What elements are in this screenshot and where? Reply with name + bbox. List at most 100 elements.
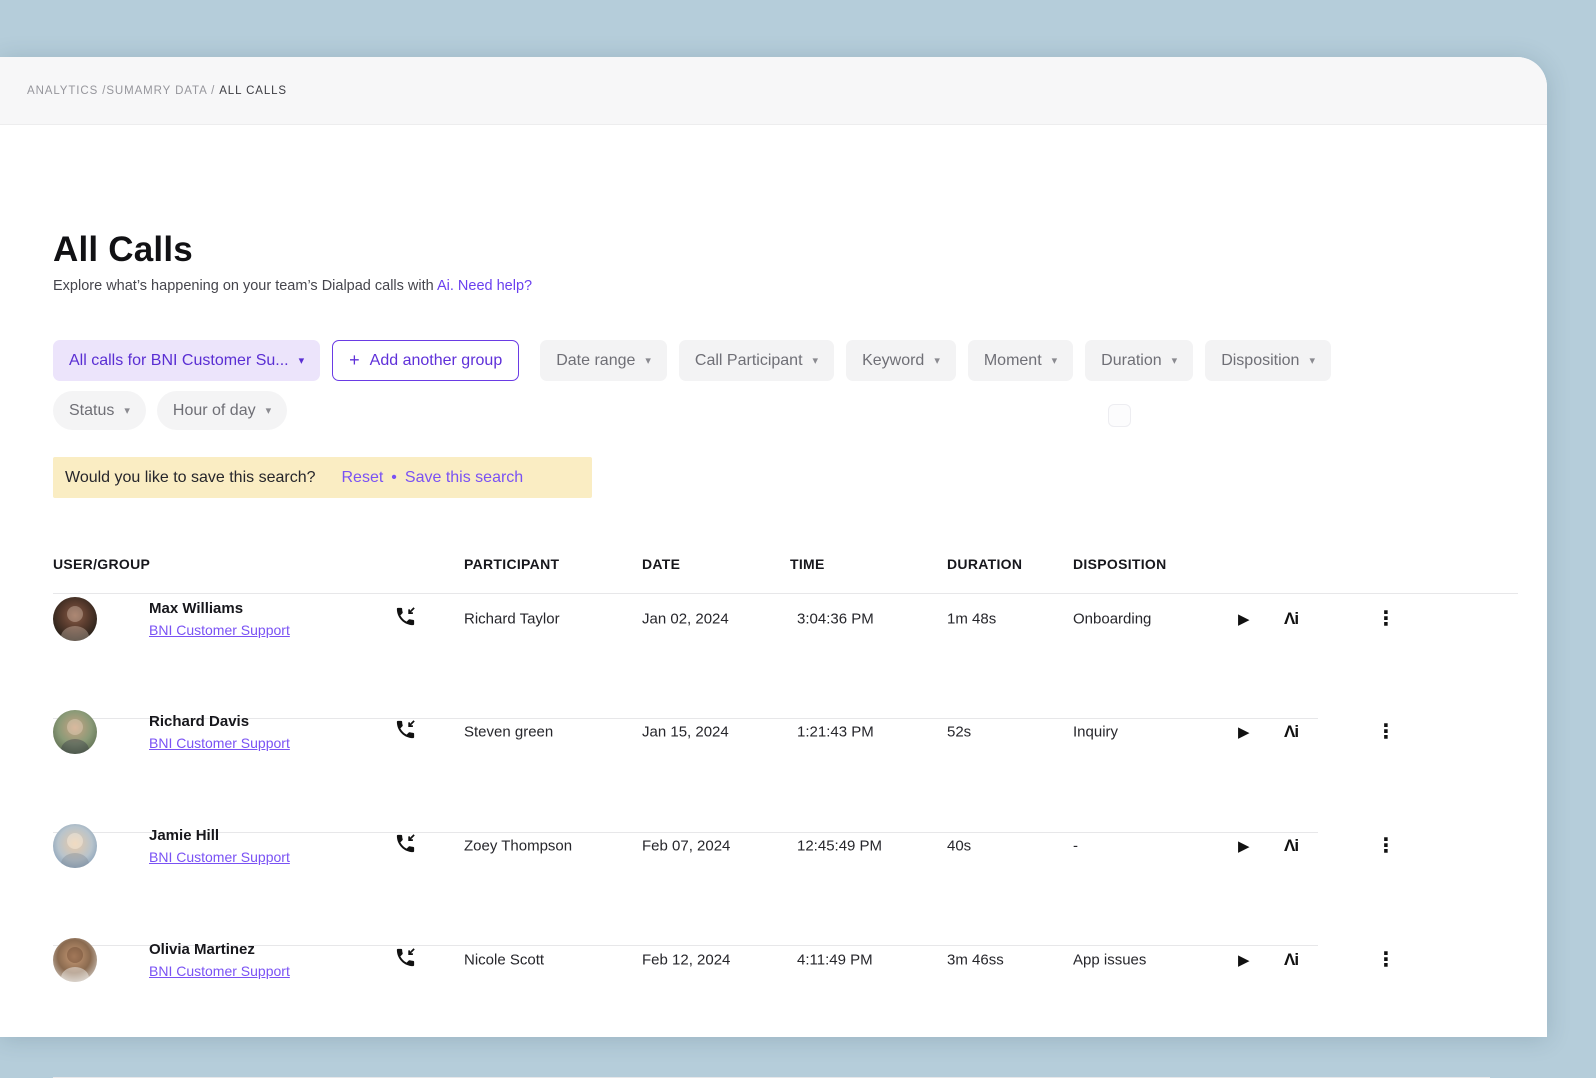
chevron-down-icon: ▾ bbox=[934, 354, 940, 367]
page-title: All Calls bbox=[53, 230, 193, 270]
date-cell: Jan 02, 2024 bbox=[642, 610, 729, 627]
phone-incoming-icon bbox=[394, 946, 417, 974]
time-cell: 1:21:43 PM bbox=[797, 723, 874, 740]
table-row: Jamie Hill BNI Customer Support Zoey Tho… bbox=[0, 789, 1547, 902]
chevron-down-icon: ▾ bbox=[266, 404, 272, 417]
add-another-group-button[interactable]: + Add another group bbox=[332, 340, 519, 381]
filter-disposition[interactable]: Disposition ▾ bbox=[1205, 340, 1331, 381]
user-group-link[interactable]: BNI Customer Support bbox=[149, 963, 290, 979]
user-name: Richard Davis bbox=[149, 713, 290, 730]
participant-cell: Steven green bbox=[464, 723, 553, 740]
filter-label: Duration bbox=[1101, 352, 1161, 370]
avatar bbox=[53, 597, 97, 641]
person-silhouette-icon bbox=[53, 710, 97, 754]
phone-incoming-icon bbox=[394, 605, 417, 633]
date-cell: Feb 07, 2024 bbox=[642, 837, 730, 854]
breadcrumb[interactable]: ANALYTICS /SUMAMRY DATA / ALL CALLS bbox=[27, 85, 287, 97]
ai-transcript-icon[interactable]: Λi bbox=[1284, 950, 1298, 970]
filter-label: Moment bbox=[984, 352, 1042, 370]
duration-cell: 52s bbox=[947, 723, 971, 740]
play-recording-button[interactable]: ▶ bbox=[1238, 837, 1250, 855]
duration-cell: 40s bbox=[947, 837, 971, 854]
filter-call-participant[interactable]: Call Participant ▾ bbox=[679, 340, 834, 381]
subtitle-text: Explore what’s happening on your team’s … bbox=[53, 278, 434, 294]
disposition-cell: - bbox=[1073, 837, 1078, 854]
ai-transcript-icon[interactable]: Λi bbox=[1284, 609, 1298, 629]
time-cell: 12:45:49 PM bbox=[797, 837, 882, 854]
group-selector-label: All calls for BNI Customer Su... bbox=[69, 352, 289, 370]
chevron-down-icon: ▾ bbox=[1309, 354, 1315, 367]
group-selector-dropdown[interactable]: All calls for BNI Customer Su... ▾ bbox=[53, 340, 320, 381]
avatar bbox=[53, 938, 97, 982]
empty-checkbox[interactable] bbox=[1108, 404, 1131, 427]
breadcrumb-current: ALL CALLS bbox=[219, 85, 287, 97]
filter-status[interactable]: Status ▾ bbox=[53, 391, 146, 430]
user-name: Max Williams bbox=[149, 600, 290, 617]
user-name: Jamie Hill bbox=[149, 827, 290, 844]
participant-cell: Zoey Thompson bbox=[464, 837, 572, 854]
disposition-cell: App issues bbox=[1073, 951, 1146, 968]
phone-incoming-icon bbox=[394, 718, 417, 746]
date-cell: Jan 15, 2024 bbox=[642, 723, 729, 740]
duration-cell: 3m 46ss bbox=[947, 951, 1004, 968]
participant-cell: Nicole Scott bbox=[464, 951, 544, 968]
table-row: Olivia Martinez BNI Customer Support Nic… bbox=[0, 903, 1547, 1016]
chevron-down-icon: ▾ bbox=[1172, 354, 1178, 367]
ai-help-link[interactable]: Ai. Need help? bbox=[437, 278, 532, 294]
reset-link[interactable]: Reset bbox=[342, 469, 384, 487]
save-this-search-link[interactable]: Save this search bbox=[405, 469, 523, 487]
filter-label: Call Participant bbox=[695, 352, 803, 370]
filter-date-range[interactable]: Date range ▾ bbox=[540, 340, 667, 381]
dot-separator: • bbox=[391, 469, 397, 487]
chevron-down-icon: ▾ bbox=[124, 404, 130, 417]
user-group-link[interactable]: BNI Customer Support bbox=[149, 735, 290, 751]
user-group-link[interactable]: BNI Customer Support bbox=[149, 622, 290, 638]
filter-row-2: Status ▾ Hour of day ▾ bbox=[53, 391, 287, 430]
row-menu-kebab-icon[interactable]: ⋮ bbox=[1376, 950, 1396, 970]
add-another-group-label: Add another group bbox=[370, 352, 503, 370]
breadcrumb-path[interactable]: ANALYTICS /SUMAMRY DATA / bbox=[27, 85, 215, 97]
breadcrumb-bar: ANALYTICS /SUMAMRY DATA / ALL CALLS bbox=[0, 57, 1547, 125]
play-recording-button[interactable]: ▶ bbox=[1238, 951, 1250, 969]
date-cell: Feb 12, 2024 bbox=[642, 951, 730, 968]
phone-incoming-icon bbox=[394, 832, 417, 860]
filter-label: Keyword bbox=[862, 352, 924, 370]
user-group-link[interactable]: BNI Customer Support bbox=[149, 849, 290, 865]
person-silhouette-icon bbox=[53, 597, 97, 641]
main-content-card: ANALYTICS /SUMAMRY DATA / ALL CALLS All C… bbox=[0, 57, 1547, 1037]
table-row: Richard Davis BNI Customer Support Steve… bbox=[0, 675, 1547, 788]
filter-label: Status bbox=[69, 402, 114, 420]
ai-transcript-icon[interactable]: Λi bbox=[1284, 836, 1298, 856]
filter-label: Date range bbox=[556, 352, 635, 370]
play-recording-button[interactable]: ▶ bbox=[1238, 610, 1250, 628]
duration-cell: 1m 48s bbox=[947, 610, 996, 627]
filter-row-1: All calls for BNI Customer Su... ▾ + Add… bbox=[53, 340, 1331, 381]
play-recording-button[interactable]: ▶ bbox=[1238, 723, 1250, 741]
page-subtitle: Explore what’s happening on your team’s … bbox=[53, 278, 532, 294]
disposition-cell: Inquiry bbox=[1073, 723, 1118, 740]
chevron-down-icon: ▾ bbox=[1052, 354, 1058, 367]
filter-duration[interactable]: Duration ▾ bbox=[1085, 340, 1193, 381]
filter-moment[interactable]: Moment ▾ bbox=[968, 340, 1073, 381]
ai-transcript-icon[interactable]: Λi bbox=[1284, 722, 1298, 742]
participant-cell: Richard Taylor bbox=[464, 610, 560, 627]
filter-hour-of-day[interactable]: Hour of day ▾ bbox=[157, 391, 287, 430]
row-menu-kebab-icon[interactable]: ⋮ bbox=[1376, 836, 1396, 856]
filter-label: Disposition bbox=[1221, 352, 1299, 370]
filter-keyword[interactable]: Keyword ▾ bbox=[846, 340, 956, 381]
save-search-banner: Would you like to save this search? Rese… bbox=[53, 457, 592, 498]
plus-icon: + bbox=[349, 350, 360, 371]
user-name: Olivia Martinez bbox=[149, 941, 290, 958]
avatar bbox=[53, 824, 97, 868]
person-silhouette-icon bbox=[53, 938, 97, 982]
save-search-question: Would you like to save this search? bbox=[65, 469, 316, 487]
person-silhouette-icon bbox=[53, 824, 97, 868]
chevron-down-icon: ▾ bbox=[299, 354, 305, 367]
avatar bbox=[53, 710, 97, 754]
row-menu-kebab-icon[interactable]: ⋮ bbox=[1376, 722, 1396, 742]
table-row: Max Williams BNI Customer Support Richar… bbox=[0, 562, 1547, 675]
filter-label: Hour of day bbox=[173, 402, 256, 420]
time-cell: 4:11:49 PM bbox=[797, 951, 873, 968]
chevron-down-icon: ▾ bbox=[813, 354, 819, 367]
row-menu-kebab-icon[interactable]: ⋮ bbox=[1376, 609, 1396, 629]
